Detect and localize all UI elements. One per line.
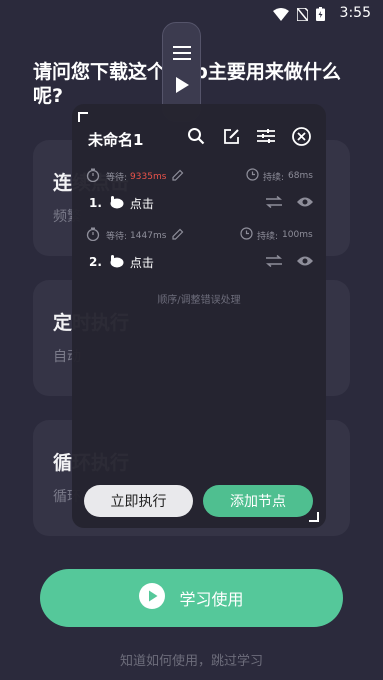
tap-hand-icon	[108, 254, 124, 271]
edit-wait-icon[interactable]	[172, 228, 184, 243]
battery-icon	[316, 6, 325, 25]
duration-value: 100ms	[282, 230, 313, 240]
tap-hand-icon	[108, 195, 124, 212]
duration-label: 持续:	[257, 231, 279, 242]
step-wait-row: 等待: 9335ms	[86, 168, 184, 185]
edit-icon[interactable]	[221, 126, 241, 146]
step-number: 1.	[89, 196, 102, 210]
clock-icon	[240, 227, 253, 243]
status-time: 3:55	[339, 5, 371, 21]
step-duration: 持续: 68ms	[246, 168, 313, 184]
clock-icon	[246, 168, 259, 184]
swap-icon[interactable]	[265, 254, 283, 270]
eye-icon[interactable]	[296, 196, 314, 211]
swap-icon[interactable]	[265, 195, 283, 211]
wait-value: 1447ms	[130, 230, 167, 241]
skip-tutorial-link[interactable]: 知道如何使用，跳过学习	[0, 650, 383, 669]
step-wait-row: 等待: 1447ms	[86, 227, 184, 244]
timer-icon	[86, 227, 100, 244]
panel-toolbar	[186, 126, 311, 146]
panel-hint: 顺序/调整错误处理	[157, 295, 241, 306]
edit-wait-icon[interactable]	[172, 169, 184, 184]
step-action: 点击	[129, 196, 154, 211]
learn-button-label: 学习使用	[179, 590, 244, 609]
execute-now-button[interactable]: 立即执行	[84, 485, 193, 517]
resize-handle-top-left[interactable]	[78, 112, 88, 122]
panel-title: 未命名1	[88, 131, 144, 149]
step-duration: 持续: 100ms	[240, 227, 313, 243]
wifi-icon	[273, 6, 289, 25]
search-icon[interactable]	[186, 126, 206, 146]
resize-handle-bottom-right[interactable]	[309, 512, 319, 522]
wait-label: 等待:	[106, 173, 128, 183]
wait-label: 等待:	[106, 232, 128, 242]
menu-icon[interactable]	[172, 45, 191, 64]
settings-sliders-icon[interactable]	[256, 126, 276, 146]
step-item[interactable]: 2. 点击	[89, 252, 314, 272]
play-icon[interactable]	[174, 76, 190, 98]
add-node-button[interactable]: 添加节点	[203, 485, 313, 517]
step-number: 2.	[89, 255, 102, 269]
timer-icon	[86, 168, 100, 185]
duration-label: 持续:	[263, 172, 285, 183]
eye-icon[interactable]	[296, 255, 314, 270]
no-sim-icon	[296, 6, 309, 25]
wait-value: 9335ms	[130, 171, 167, 182]
step-item[interactable]: 1. 点击	[89, 193, 314, 213]
duration-value: 68ms	[288, 171, 313, 181]
close-icon[interactable]	[291, 126, 311, 146]
step-action: 点击	[129, 255, 154, 270]
learn-usage-button[interactable]: 学习使用	[40, 569, 343, 627]
play-circle-icon	[139, 583, 166, 613]
